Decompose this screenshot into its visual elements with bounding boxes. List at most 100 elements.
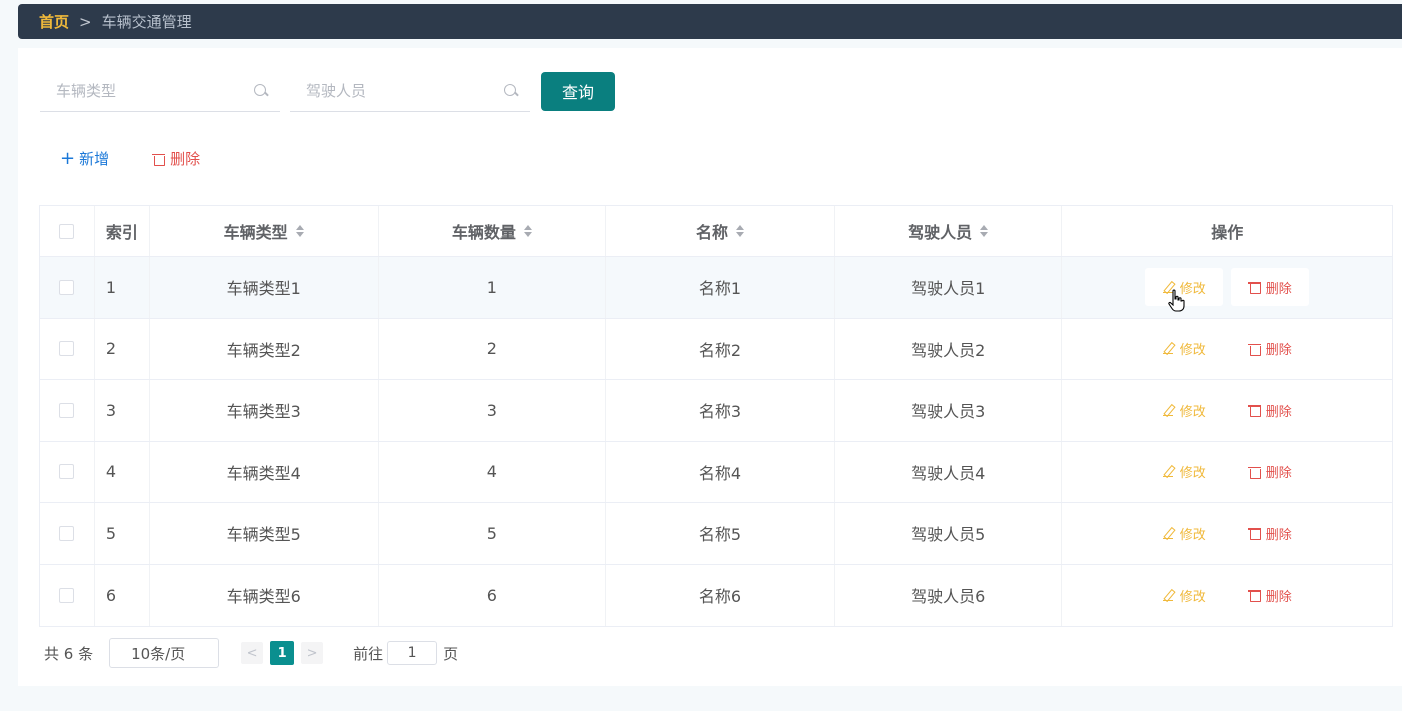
row-checkbox[interactable] xyxy=(59,279,75,295)
trash-icon xyxy=(1247,466,1261,479)
cell-vehicle-type: 车辆类型5 xyxy=(150,503,379,564)
header-driver[interactable]: 驾驶人员 xyxy=(835,206,1063,256)
action-bar: + 新增 删除 xyxy=(60,148,200,169)
page-size-select[interactable]: 10条/页 xyxy=(109,638,220,668)
row-select-cell xyxy=(40,318,95,379)
delete-button[interactable]: 删除 xyxy=(1231,391,1309,429)
delete-button[interactable]: 删除 xyxy=(1231,514,1309,552)
sort-icon[interactable] xyxy=(736,225,744,237)
header-name[interactable]: 名称 xyxy=(606,206,835,256)
cell-operations: 修改 删除 xyxy=(1062,319,1392,380)
trash-icon xyxy=(1247,589,1261,603)
trash-icon xyxy=(152,153,166,166)
row-checkbox[interactable] xyxy=(59,341,75,357)
sort-icon[interactable] xyxy=(980,225,989,237)
delete-button[interactable]: 删除 xyxy=(1231,576,1309,614)
trash-icon xyxy=(1247,343,1261,356)
cell-vehicle-type: 车辆类型1 xyxy=(150,257,379,318)
cell-index: 6 xyxy=(95,564,150,626)
cell-vehicle-type: 车辆类型2 xyxy=(150,318,379,379)
cell-vehicle-count: 1 xyxy=(379,257,607,318)
delete-label: 删除 xyxy=(1265,404,1292,420)
page-number-current[interactable]: 1 xyxy=(270,641,295,665)
delete-label: 删除 xyxy=(1265,589,1292,605)
edit-icon xyxy=(1162,343,1174,355)
cell-driver: 驾驶人员4 xyxy=(835,441,1063,502)
sort-icon[interactable] xyxy=(523,225,532,237)
cell-index: 5 xyxy=(95,503,150,564)
edit-button[interactable]: 修改 xyxy=(1145,453,1223,491)
row-checkbox[interactable] xyxy=(59,525,75,541)
row-select-cell xyxy=(40,380,95,441)
edit-button[interactable]: 修改 xyxy=(1145,576,1223,614)
trash-icon xyxy=(1247,281,1261,295)
delete-button[interactable]: 删除 xyxy=(1231,453,1309,491)
edit-button[interactable]: 修改 xyxy=(1145,391,1223,429)
trash-icon xyxy=(1247,527,1261,541)
cell-operations: 修改 删除 xyxy=(1062,380,1392,441)
goto-page-input[interactable]: 1 xyxy=(387,641,438,665)
header-driver-label: 驾驶人员 xyxy=(908,223,973,242)
delete-label: 删除 xyxy=(1265,466,1292,482)
search-bar: 车辆类型 驾驶人员 查询 xyxy=(40,70,615,112)
add-label: 新增 xyxy=(79,150,110,168)
header-vehicle-type-label: 车辆类型 xyxy=(223,223,288,242)
edit-icon xyxy=(1162,405,1174,416)
add-button[interactable]: + 新增 xyxy=(60,148,109,169)
cell-vehicle-type: 车辆类型4 xyxy=(150,441,379,502)
header-vehicle-count-label: 车辆数量 xyxy=(451,223,516,242)
next-page-button[interactable]: > xyxy=(301,642,324,664)
edit-button[interactable]: 修改 xyxy=(1145,330,1223,368)
delete-button[interactable]: 删除 xyxy=(1231,330,1309,368)
row-select-cell xyxy=(40,441,95,502)
cell-operations: 修改 删除 xyxy=(1062,565,1392,627)
page-unit-label: 页 xyxy=(443,644,459,663)
cell-vehicle-type: 车辆类型3 xyxy=(150,380,379,441)
table-row: 3 车辆类型3 3 名称3 驾驶人员3 修改 删除 xyxy=(40,380,1392,442)
table-row: 6 车辆类型6 6 名称6 驾驶人员6 修改 删除 xyxy=(40,564,1392,627)
pagination: 共 6 条 10条/页 < 1 > 前往 1 页 xyxy=(44,638,458,668)
table-body: 1 车辆类型1 1 名称1 驾驶人员1 修改 删除 2 车辆类型2 2 名称2 驾驶人员2 修改 删除 3 车… xyxy=(40,257,1392,626)
cell-operations: 修改 删除 xyxy=(1062,257,1392,318)
search-icon xyxy=(504,83,518,98)
cell-driver: 驾驶人员6 xyxy=(835,564,1063,626)
edit-icon xyxy=(1162,590,1174,601)
table-row: 4 车辆类型4 4 名称4 驾驶人员4 修改 删除 xyxy=(40,441,1392,503)
cell-operations: 修改 删除 xyxy=(1062,442,1392,503)
vehicle-type-input[interactable]: 车辆类型 xyxy=(40,70,280,112)
delete-button[interactable]: 删除 xyxy=(1231,268,1310,307)
edit-icon xyxy=(1162,528,1174,539)
header-vehicle-type[interactable]: 车辆类型 xyxy=(150,206,379,256)
cell-name: 名称1 xyxy=(606,257,835,318)
search-icon xyxy=(254,83,268,98)
cell-vehicle-count: 4 xyxy=(379,441,607,502)
cell-driver: 驾驶人员1 xyxy=(835,257,1063,318)
edit-button[interactable]: 修改 xyxy=(1145,514,1223,552)
edit-label: 修改 xyxy=(1179,343,1206,359)
driver-input[interactable]: 驾驶人员 xyxy=(290,70,530,112)
cell-vehicle-count: 6 xyxy=(379,564,607,626)
cell-index: 1 xyxy=(95,257,150,318)
main-panel: 车辆类型 驾驶人员 查询 + 新增 删除 索引 车辆类型 车辆数量 名称 驾驶人… xyxy=(18,48,1402,686)
batch-delete-button[interactable]: 删除 xyxy=(152,148,200,169)
select-all-checkbox[interactable] xyxy=(59,223,75,239)
cell-driver: 驾驶人员3 xyxy=(835,380,1063,441)
cell-index: 2 xyxy=(95,318,150,379)
query-button[interactable]: 查询 xyxy=(541,71,615,111)
row-select-cell xyxy=(40,564,95,626)
row-checkbox[interactable] xyxy=(59,464,75,480)
row-select-cell xyxy=(40,503,95,564)
edit-label: 修改 xyxy=(1179,466,1206,482)
sort-icon[interactable] xyxy=(295,225,304,237)
cell-vehicle-count: 2 xyxy=(379,318,607,379)
prev-page-button[interactable]: < xyxy=(241,642,264,664)
vehicle-table: 索引 车辆类型 车辆数量 名称 驾驶人员 操作 1 车辆类型1 1 名称1 驾驶人员1 修… xyxy=(39,205,1393,627)
header-vehicle-count[interactable]: 车辆数量 xyxy=(379,206,607,256)
row-checkbox[interactable] xyxy=(59,402,75,418)
breadcrumb-home[interactable]: 首页 xyxy=(39,11,69,32)
row-checkbox[interactable] xyxy=(59,587,75,603)
cell-operations: 修改 删除 xyxy=(1062,503,1392,564)
cell-vehicle-count: 3 xyxy=(379,380,607,441)
driver-placeholder: 驾驶人员 xyxy=(306,82,367,100)
breadcrumb-separator: > xyxy=(79,12,92,31)
